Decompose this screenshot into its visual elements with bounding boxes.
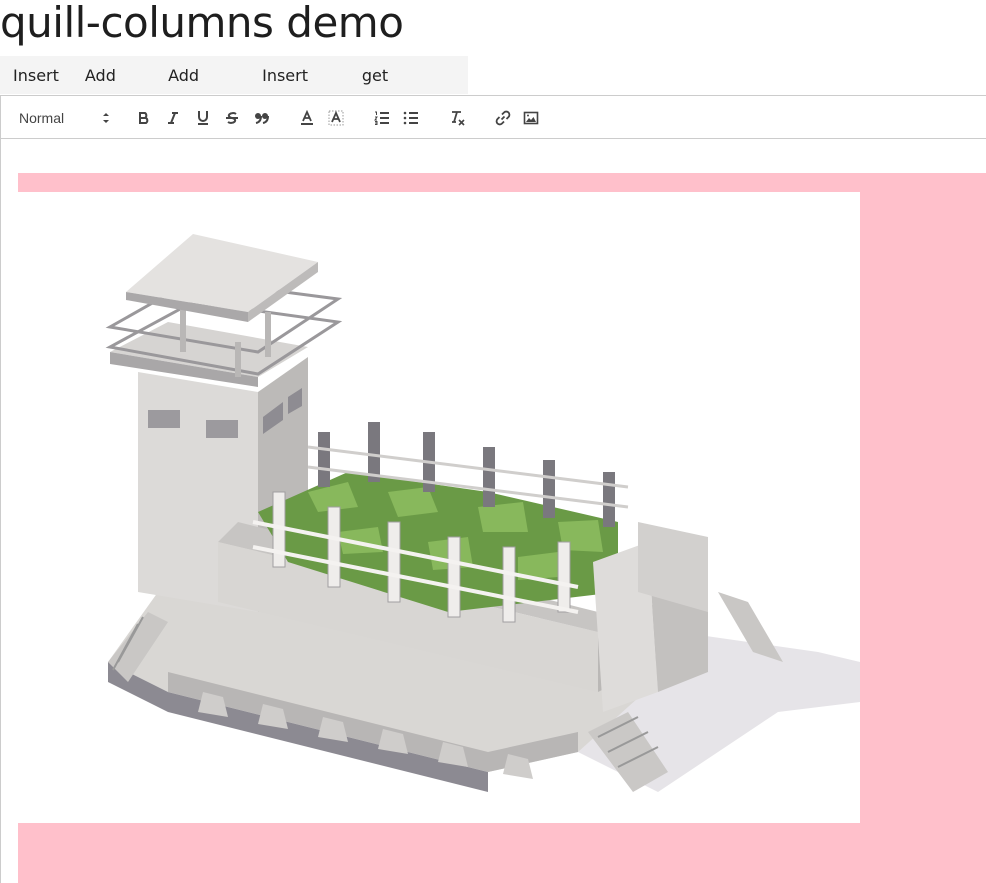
background-color-icon[interactable] — [327, 107, 345, 129]
blockquote-icon[interactable] — [253, 107, 271, 129]
editor-toolbar: Normal — [1, 95, 986, 139]
insert-button[interactable]: Insert — [0, 56, 72, 94]
add-right-button[interactable]: Add right — [155, 56, 249, 125]
get-contents-button[interactable]: get contents — [349, 56, 468, 125]
ordered-list-icon[interactable] — [373, 107, 391, 129]
select-arrows-icon — [103, 113, 109, 123]
column-container[interactable] — [18, 173, 986, 883]
clean-format-icon[interactable] — [448, 107, 466, 129]
text-color-icon[interactable] — [298, 107, 316, 129]
bold-icon[interactable] — [135, 107, 153, 129]
italic-icon[interactable] — [164, 107, 182, 129]
strike-icon[interactable] — [223, 107, 241, 129]
add-left-button[interactable]: Add left — [72, 56, 155, 125]
header-format-select[interactable]: Normal — [19, 107, 111, 129]
watchtower-illustration — [105, 234, 860, 792]
watchtower-image[interactable] — [18, 192, 860, 823]
page-title: quill-columns demo — [0, 0, 404, 47]
underline-icon[interactable] — [194, 107, 212, 129]
bullet-list-icon[interactable] — [402, 107, 420, 129]
link-icon[interactable] — [494, 107, 512, 129]
header-format-value: Normal — [19, 110, 65, 126]
insert-line-button[interactable]: Insert line — [249, 56, 349, 125]
image-icon[interactable] — [522, 107, 540, 129]
action-button-bar: Insert Add left Add right Insert line ge… — [0, 56, 468, 125]
editor: Normal — [0, 95, 986, 883]
